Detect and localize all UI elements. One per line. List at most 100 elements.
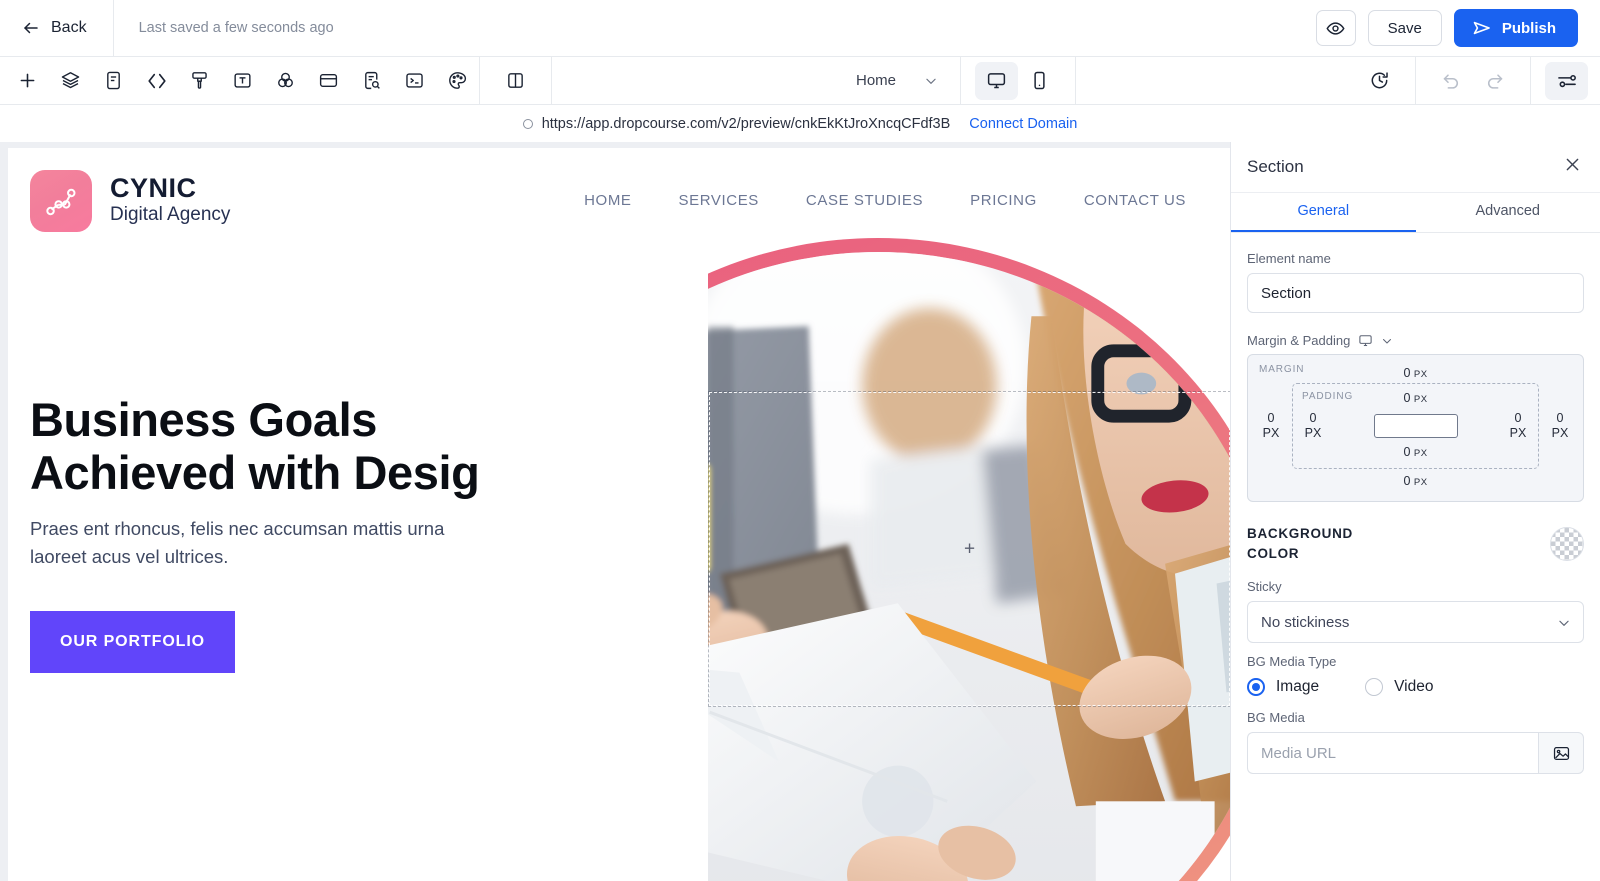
bg-media-type-label: BG Media Type	[1247, 654, 1337, 670]
hero-section[interactable]: Business Goals Achieved with Desig Praes…	[8, 148, 1230, 881]
site-header[interactable]: CYNIC Digital Agency HOME SERVICES CASE …	[8, 148, 1230, 253]
page-document-icon	[107, 71, 120, 90]
top-bar-actions: Save Publish	[1315, 9, 1600, 47]
device-mobile-button[interactable]	[1018, 62, 1061, 100]
bg-media-type-video-option[interactable]: Video	[1365, 678, 1434, 697]
hero-title-line1: Business Goals	[30, 393, 378, 446]
padding-right-value[interactable]: 0 PX	[1506, 411, 1530, 441]
publish-button[interactable]: Publish	[1453, 9, 1578, 47]
site-logo[interactable]: CYNIC Digital Agency	[30, 169, 230, 232]
device-toggle-group	[961, 57, 1077, 104]
chevron-down-icon[interactable]	[1381, 335, 1393, 347]
save-button[interactable]: Save	[1367, 10, 1442, 46]
margin-left-value[interactable]: 0 PX	[1258, 411, 1284, 441]
nav-item-services[interactable]: SERVICES	[679, 192, 759, 209]
monitor-icon	[987, 73, 1006, 89]
save-label: Save	[1387, 19, 1422, 37]
monitor-icon[interactable]	[1358, 333, 1373, 348]
page-selector-label: Home	[856, 72, 897, 89]
nav-item-home[interactable]: HOME	[584, 192, 631, 209]
history-clock-icon	[1371, 72, 1388, 89]
settings-button[interactable]	[1545, 61, 1589, 100]
editor-toolbar: Home	[0, 57, 1600, 105]
preview-url[interactable]: https://app.dropcourse.com/v2/preview/cn…	[542, 116, 951, 132]
arrow-left-icon	[24, 22, 38, 34]
device-desktop-button[interactable]	[975, 61, 1019, 100]
canvas-wrapper: Business Goals Achieved with Desig Praes…	[0, 142, 1230, 881]
bg-media-input[interactable]	[1247, 732, 1538, 775]
palette-button[interactable]	[436, 62, 479, 100]
properties-panel: Section General Advanced Element name Ma…	[1230, 142, 1600, 881]
margin-padding-editor[interactable]: MARGIN 0 PX 0 PX PADDING 0 PX 0 PX 0 PX …	[1247, 354, 1584, 502]
page-selector[interactable]: Home	[834, 72, 960, 89]
text-button[interactable]	[221, 62, 264, 100]
code-button[interactable]	[135, 62, 178, 100]
background-color-label-line2: COLOR	[1247, 545, 1300, 561]
logo-text: CYNIC Digital Agency	[110, 174, 230, 226]
padding-top-value[interactable]: 0 PX	[1403, 391, 1427, 407]
chevron-down-icon	[926, 78, 936, 84]
radio-image-icon	[1247, 678, 1265, 697]
workspace: Business Goals Achieved with Desig Praes…	[0, 142, 1600, 881]
panel-tabs: General Advanced	[1231, 193, 1600, 233]
toolbar-layout-group	[480, 57, 552, 104]
margin-bottom-value[interactable]: 0 PX	[1403, 474, 1427, 490]
send-icon	[1473, 21, 1490, 35]
panel-body: Element name Margin & Padding MARGIN 0 P…	[1231, 233, 1600, 881]
padding-left-value[interactable]: 0 PX	[1301, 411, 1325, 441]
sticky-select[interactable]: No stickiness	[1247, 601, 1584, 644]
preview-button[interactable]	[1315, 10, 1356, 46]
padding-bottom-value[interactable]: 0 PX	[1403, 445, 1427, 461]
top-bar: Back Last saved a few seconds ago Save P…	[0, 0, 1600, 57]
bg-media-type-video-label: Video	[1394, 678, 1434, 696]
layers-icon	[61, 72, 80, 89]
undo-redo-group	[1416, 57, 1532, 104]
page-document-button[interactable]	[92, 62, 135, 100]
saved-status: Last saved a few seconds ago	[138, 20, 334, 36]
nav-item-contact-us[interactable]: CONTACT US	[1084, 192, 1186, 209]
tab-advanced[interactable]: Advanced	[1416, 193, 1600, 232]
margin-top-value[interactable]: 0 PX	[1403, 366, 1427, 382]
history-button[interactable]	[1358, 62, 1401, 100]
nav-item-pricing[interactable]: PRICING	[970, 192, 1037, 209]
nav-item-case-studies[interactable]: CASE STUDIES	[806, 192, 923, 209]
padding-tag: PADDING	[1302, 391, 1354, 402]
padding-bottom-row: 0 PX	[1301, 443, 1530, 462]
content-box[interactable]	[1373, 414, 1458, 438]
bg-media-type-image-option[interactable]: Image	[1247, 678, 1319, 697]
hero-circle-art	[88, 148, 1230, 881]
columns-layout-button[interactable]	[494, 62, 537, 100]
hero-cta-button[interactable]: OUR PORTFOLIO	[30, 611, 236, 674]
site-preview-canvas[interactable]: Business Goals Achieved with Desig Praes…	[8, 148, 1230, 881]
color-mix-button[interactable]	[264, 62, 307, 100]
page-selector-group: Home	[834, 57, 962, 104]
hero-text-block[interactable]: Business Goals Achieved with Desig Praes…	[30, 393, 550, 674]
hero-title-line2: Achieved with Desig	[30, 446, 480, 500]
padding-editor[interactable]: PADDING 0 PX 0 PX 0 PX 0 PX	[1292, 383, 1539, 469]
node-graph-glyph	[46, 188, 76, 215]
toolbar-elements-group	[0, 57, 480, 104]
terminal-button[interactable]	[393, 62, 436, 100]
back-button[interactable]: Back	[0, 0, 114, 56]
tab-general[interactable]: General	[1231, 193, 1416, 232]
add-element-button[interactable]	[6, 62, 49, 100]
add-element-icon	[20, 73, 35, 88]
brush-icon	[192, 72, 207, 89]
undo-button[interactable]	[1430, 62, 1473, 100]
redo-button[interactable]	[1473, 62, 1516, 100]
document-search-button[interactable]	[350, 62, 393, 100]
radio-video-icon	[1365, 678, 1384, 697]
image-picker-icon	[1553, 746, 1569, 760]
brush-button[interactable]	[178, 62, 221, 100]
layers-button[interactable]	[49, 62, 92, 100]
code-icon	[147, 73, 166, 88]
panel-close-button[interactable]	[1563, 155, 1582, 179]
history-group	[1358, 57, 1417, 104]
bg-media-picker-button[interactable]	[1538, 732, 1584, 775]
site-nav: HOME SERVICES CASE STUDIES PRICING CONTA…	[584, 192, 1200, 209]
element-name-input[interactable]	[1247, 273, 1584, 313]
connect-domain-link[interactable]: Connect Domain	[969, 116, 1077, 132]
margin-right-value[interactable]: 0 PX	[1547, 411, 1573, 441]
background-color-swatch[interactable]	[1550, 526, 1584, 561]
card-button[interactable]	[307, 62, 350, 100]
